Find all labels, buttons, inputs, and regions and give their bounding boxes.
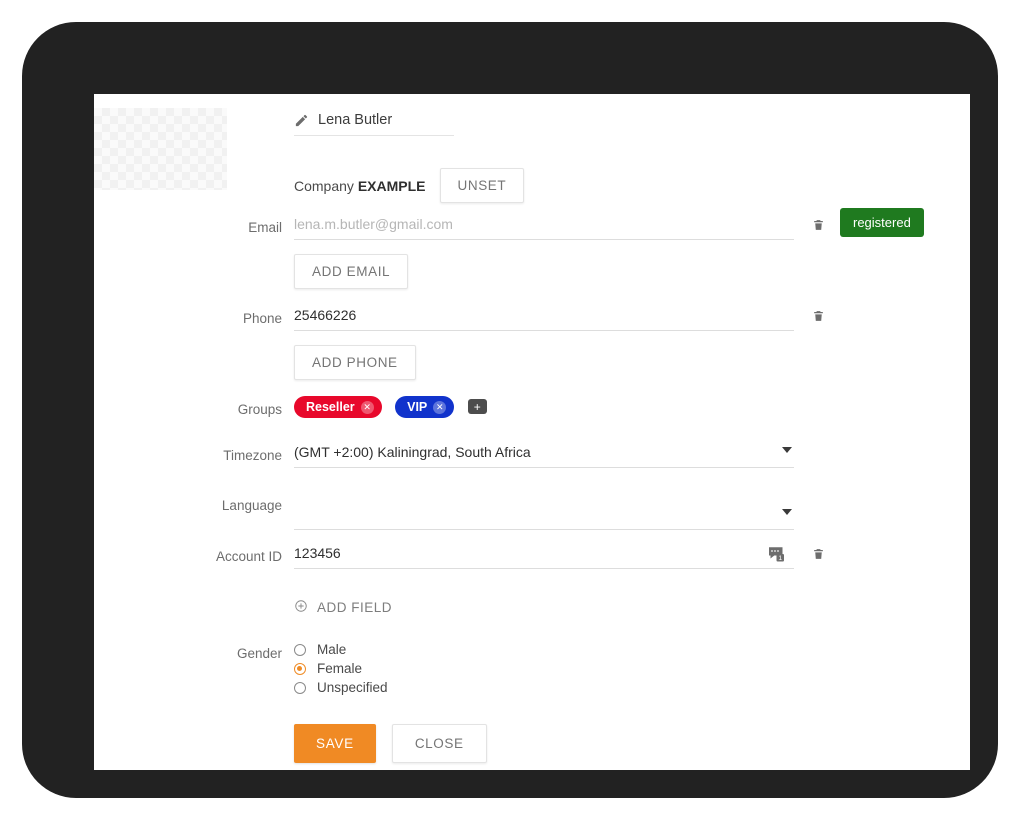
radio-icon[interactable] <box>294 681 306 694</box>
gender-option-unspecified[interactable]: Unspecified <box>294 680 388 695</box>
timezone-label: Timezone <box>223 448 282 463</box>
gender-option-male[interactable]: Male <box>294 642 388 657</box>
pencil-icon[interactable] <box>294 113 309 128</box>
gender-option-label: Female <box>317 661 363 676</box>
company-label-text: Company <box>294 177 354 194</box>
email-input[interactable] <box>294 216 794 240</box>
account-id-delete-button[interactable] <box>812 546 825 562</box>
account-id-label: Account ID <box>215 549 282 564</box>
radio-icon-selected[interactable] <box>294 662 306 675</box>
close-button[interactable]: CLOSE <box>391 724 487 763</box>
email-label: Email <box>248 220 282 235</box>
group-chip-vip[interactable]: VIP ✕ <box>395 396 455 418</box>
avatar[interactable] <box>94 108 227 190</box>
add-field-label: ADD FIELD <box>317 600 393 615</box>
language-select[interactable] <box>294 506 794 530</box>
language-label: Language <box>221 498 282 513</box>
phone-delete-button[interactable] <box>812 308 825 324</box>
profile-name-text: Lena Butler <box>318 112 393 128</box>
add-group-button[interactable]: + <box>467 399 487 415</box>
add-email-button[interactable]: ADD EMAIL <box>294 254 409 289</box>
profile-name-field[interactable]: Lena Butler <box>294 112 454 136</box>
unset-company-button[interactable]: UNSET <box>439 168 525 203</box>
company-row: Company EXAMPLE UNSET <box>294 168 525 203</box>
close-circle-icon[interactable]: ✕ <box>360 400 374 414</box>
add-field-button[interactable]: ADD FIELD <box>294 599 392 616</box>
account-id-input[interactable] <box>294 545 794 569</box>
company-label: Company EXAMPLE <box>294 178 426 194</box>
comment-badge-icon[interactable]: 1 <box>767 545 786 563</box>
company-value: EXAMPLE <box>357 177 426 194</box>
timezone-select[interactable] <box>294 444 794 468</box>
radio-icon[interactable] <box>294 643 306 656</box>
close-circle-icon[interactable]: ✕ <box>433 400 447 414</box>
comment-count: 1 <box>778 555 782 562</box>
gender-option-female[interactable]: Female <box>294 661 388 676</box>
group-chip-reseller[interactable]: Reseller ✕ <box>294 396 382 418</box>
save-button[interactable]: SAVE <box>294 724 376 763</box>
profile-edit-panel: Lena Butler Company EXAMPLE UNSET Email <box>94 94 970 770</box>
chevron-down-icon[interactable] <box>782 447 792 453</box>
email-status-badge: registered <box>840 208 924 237</box>
group-chip-label: VIP <box>407 400 428 414</box>
gender-option-label: Unspecified <box>317 680 388 695</box>
plus-circle-icon <box>294 599 308 616</box>
chevron-down-icon[interactable] <box>782 509 792 515</box>
gender-option-label: Male <box>317 642 347 657</box>
groups-label: Groups <box>237 402 282 417</box>
phone-label: Phone <box>242 311 282 326</box>
group-chip-label: Reseller <box>306 400 355 414</box>
device-frame: Lena Butler Company EXAMPLE UNSET Email <box>22 22 998 798</box>
add-phone-button[interactable]: ADD PHONE <box>294 345 416 380</box>
phone-input[interactable] <box>294 307 794 331</box>
email-delete-button[interactable] <box>812 217 825 233</box>
gender-label: Gender <box>236 646 282 661</box>
